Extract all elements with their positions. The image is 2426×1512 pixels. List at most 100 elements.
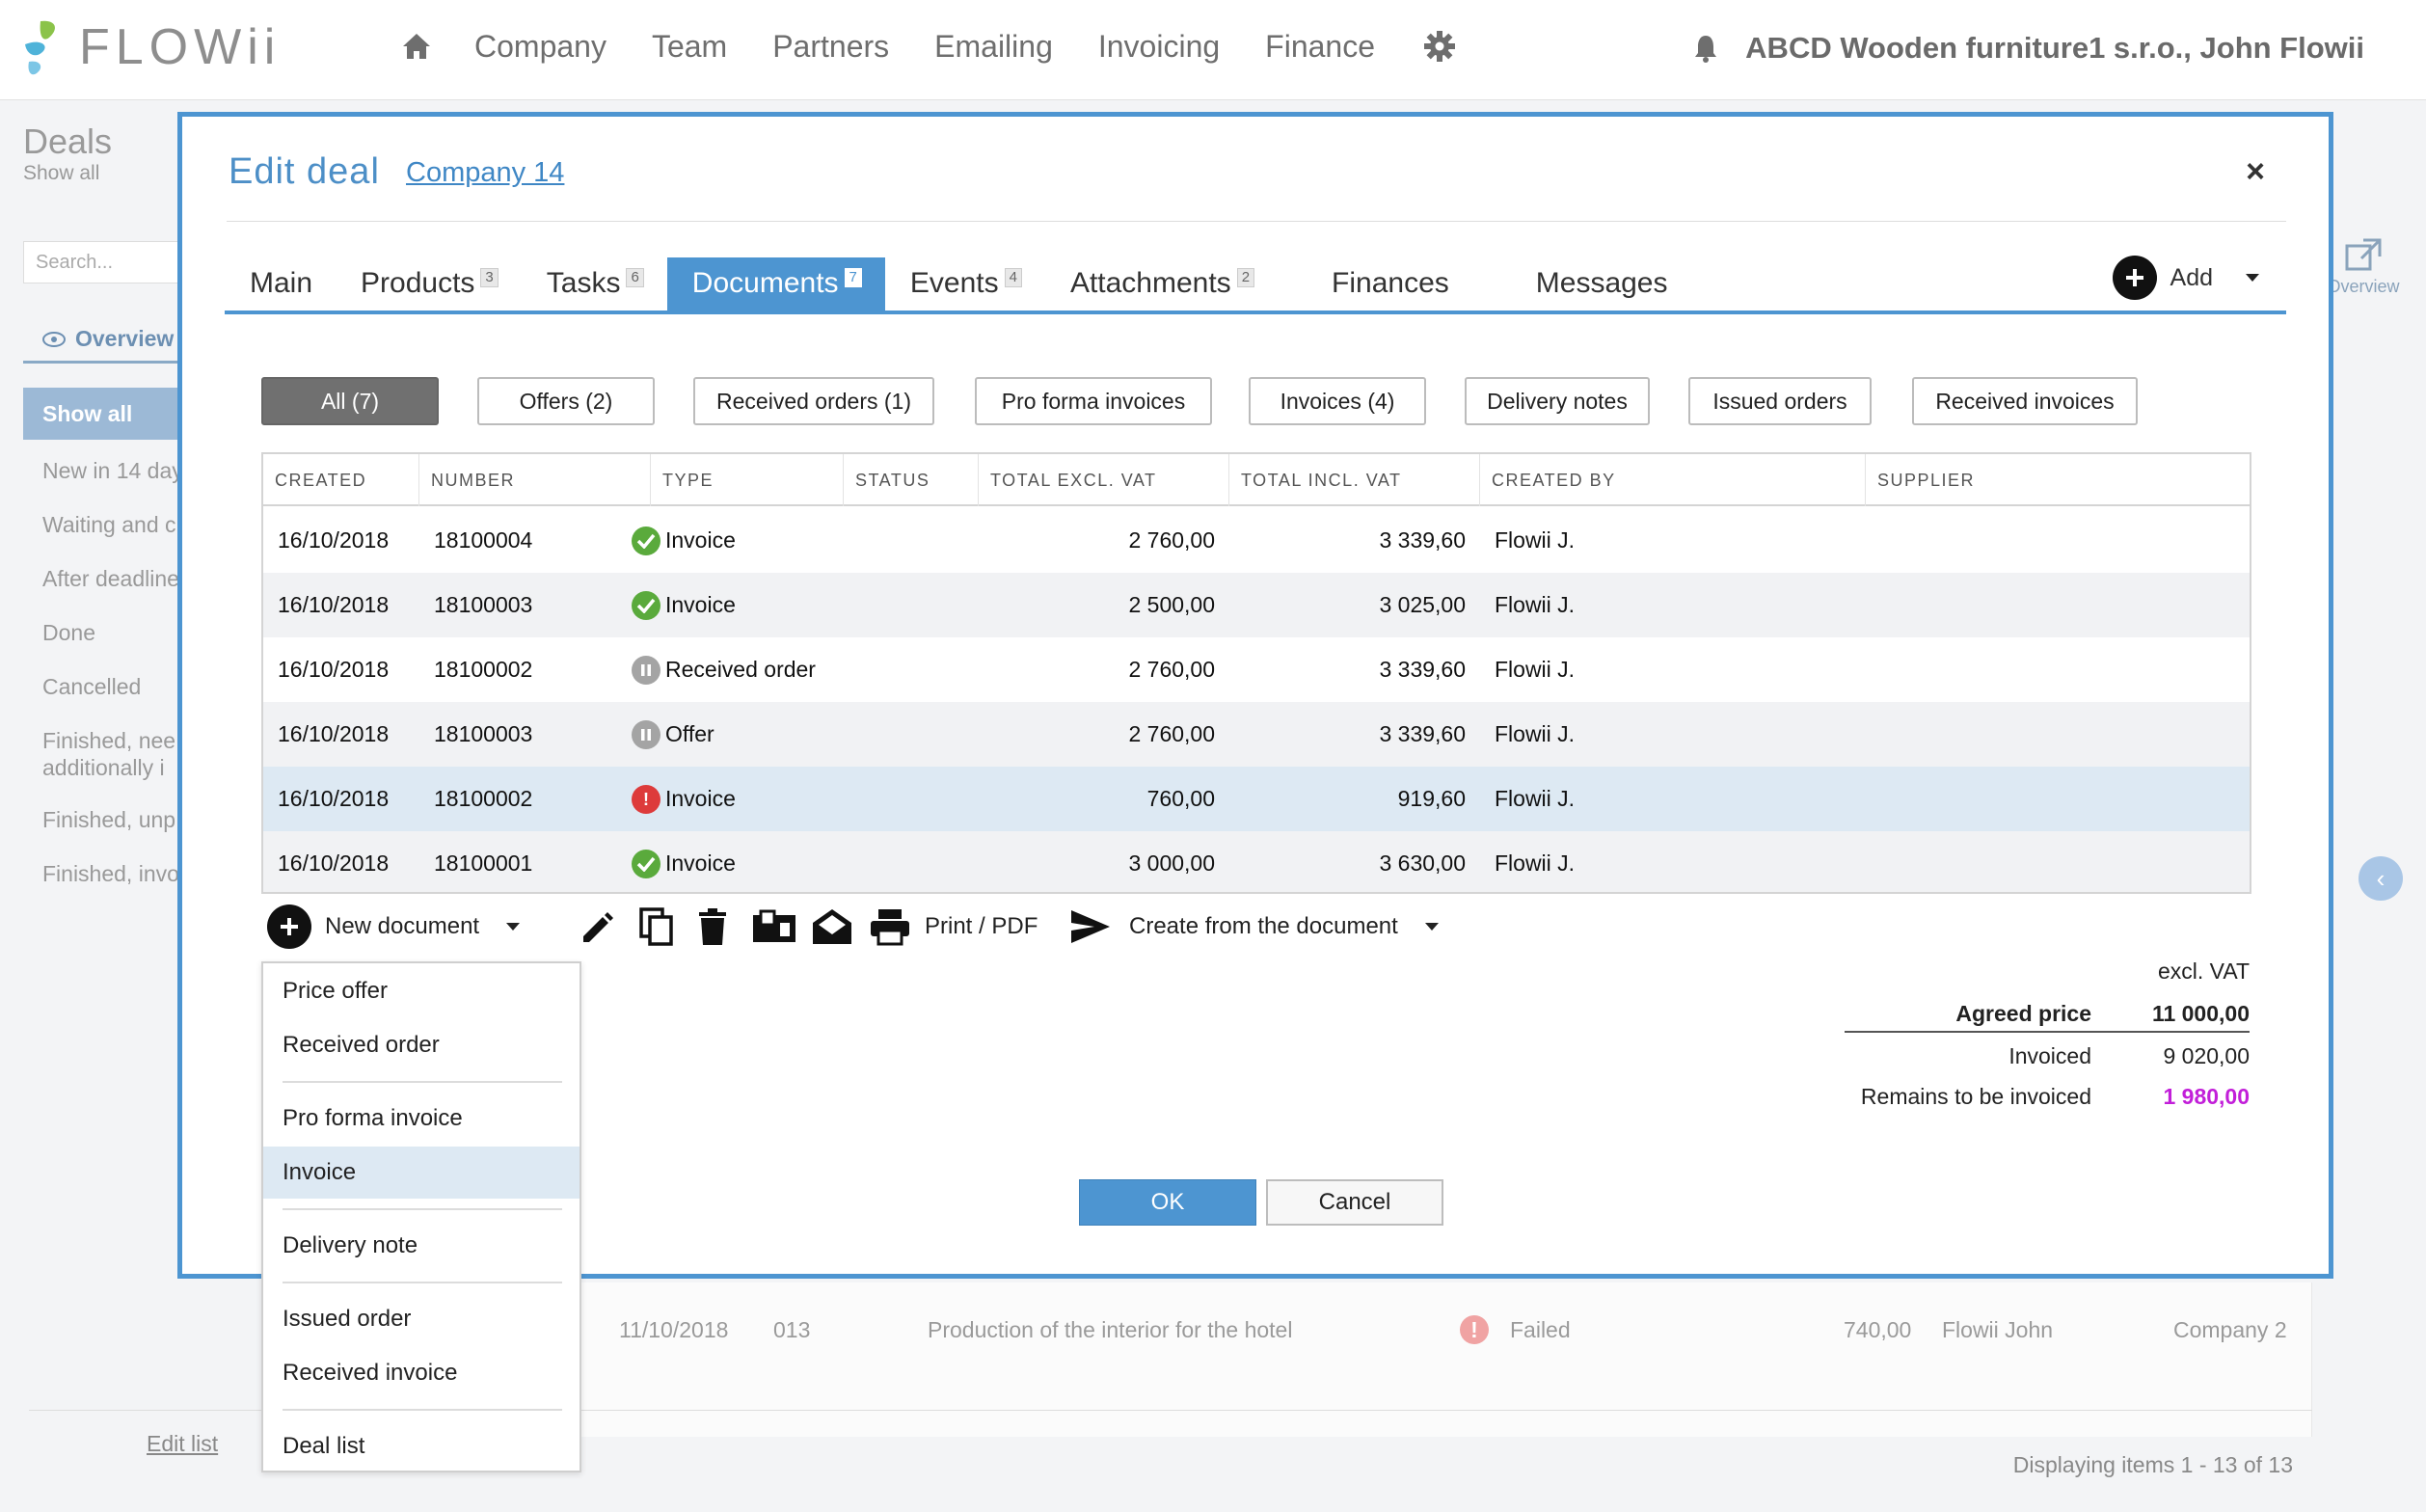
- edit-list-link[interactable]: Edit list: [147, 1431, 218, 1457]
- trash-icon[interactable]: [695, 898, 730, 956]
- menu-item-issued-order[interactable]: Issued order: [263, 1293, 580, 1345]
- filter-waiting[interactable]: Waiting and c: [42, 511, 197, 538]
- menu-item-delivery-note[interactable]: Delivery note: [263, 1220, 580, 1272]
- nav-invoicing[interactable]: Invoicing: [1098, 29, 1220, 65]
- column-header-status[interactable]: STATUS: [844, 454, 979, 506]
- deal-row-amount: 740,00: [1844, 1317, 1912, 1342]
- company-link[interactable]: Company 14: [406, 157, 564, 189]
- filter-pro-forma-invoices[interactable]: Pro forma invoices: [975, 377, 1212, 425]
- table-row[interactable]: 16/10/2018 18100002 Invoice 760,00 919,60 Flo…: [263, 767, 2250, 831]
- tab-label: Documents: [691, 267, 839, 299]
- print-pdf-button[interactable]: Print / PDF: [869, 898, 1038, 956]
- filter-finished-invoiced[interactable]: Finished, invo: [42, 860, 197, 887]
- menu-item-pro-forma-invoice[interactable]: Pro forma invoice: [263, 1093, 580, 1145]
- cell-total-excl-vat: 3 000,00: [1128, 850, 1215, 876]
- filter-offers[interactable]: Offers (2): [477, 377, 655, 425]
- ok-button[interactable]: OK: [1079, 1179, 1256, 1226]
- cell-supplier: [1866, 573, 2250, 637]
- filter-finished-needs[interactable]: Finished, nee additionally i: [42, 727, 197, 785]
- create-from-document-button[interactable]: Create from the document: [1069, 898, 1441, 956]
- invoiced-row: Invoiced 9 020,00: [1845, 1037, 2250, 1075]
- user-company-name[interactable]: ABCD Wooden furniture1 s.r.o., John Flow…: [1745, 31, 2364, 66]
- filter-received-invoices[interactable]: Received invoices: [1912, 377, 2138, 425]
- tab-overview[interactable]: Overview: [42, 326, 174, 352]
- filter-finished-unpaid[interactable]: Finished, unp: [42, 806, 197, 833]
- filter-invoices[interactable]: Invoices (4): [1249, 377, 1426, 425]
- table-row[interactable]: 16/10/2018 18100002 Received order 2 760,00…: [263, 637, 2250, 702]
- menu-item-deal-list[interactable]: Deal list: [263, 1420, 580, 1472]
- side-overview-button[interactable]: Overview: [2324, 237, 2403, 297]
- tab-events[interactable]: Events 4: [885, 257, 1045, 310]
- nav-team[interactable]: Team: [652, 29, 727, 65]
- edit-deal-modal: Edit deal Company 14 × Main Products 3 Ta…: [177, 112, 2333, 1472]
- tab-messages[interactable]: Messages: [1472, 257, 1691, 310]
- add-button[interactable]: Add: [2112, 256, 2261, 300]
- cell-created-by: Flowii J.: [1495, 786, 1576, 811]
- column-header-total-incl-vat[interactable]: TOTAL INCL. VAT: [1229, 454, 1480, 506]
- remaining-row: Remains to be invoiced 1 980,00: [1845, 1077, 2250, 1116]
- column-header-number[interactable]: NUMBER: [419, 454, 651, 506]
- filter-all[interactable]: All (7): [261, 377, 439, 425]
- filter-done[interactable]: Done: [42, 619, 197, 646]
- cell-total-incl-vat: 3 339,60: [1379, 657, 1466, 682]
- show-all-link[interactable]: Show all: [23, 162, 99, 185]
- menu-item-invoice[interactable]: Invoice: [263, 1147, 580, 1199]
- tab-attachments[interactable]: Attachments 2: [1045, 257, 1278, 310]
- tab-tasks[interactable]: Tasks 6: [522, 257, 667, 310]
- nav-finance[interactable]: Finance: [1265, 29, 1375, 65]
- column-header-total-excl-vat[interactable]: TOTAL EXCL. VAT: [979, 454, 1229, 506]
- envelope-open-icon[interactable]: [811, 898, 853, 956]
- summary-header-row: excl. VAT: [1845, 952, 2250, 990]
- search-input[interactable]: Search...: [23, 241, 187, 284]
- tab-label: Messages: [1535, 267, 1668, 299]
- bell-icon[interactable]: [1693, 34, 1718, 63]
- pencil-icon[interactable]: [578, 898, 616, 956]
- nav-company[interactable]: Company: [474, 29, 606, 65]
- menu-item-received-order[interactable]: Received order: [263, 1019, 580, 1071]
- copy-icon[interactable]: [637, 898, 676, 956]
- logo[interactable]: FLOWii: [21, 17, 281, 77]
- count-badge: 4: [1004, 268, 1022, 287]
- filter-after-deadline[interactable]: After deadline: [42, 565, 197, 592]
- tab-products[interactable]: Products 3: [336, 257, 522, 310]
- table-row[interactable]: 16/10/2018 18100001 Invoice 3 000,00 3 630,0…: [263, 831, 2250, 892]
- archive-icon[interactable]: [751, 898, 797, 956]
- cell-total-excl-vat: 2 760,00: [1128, 721, 1215, 746]
- filter-issued-orders[interactable]: Issued orders: [1688, 377, 1872, 425]
- user-area: ABCD Wooden furniture1 s.r.o., John Flow…: [1693, 31, 2364, 66]
- filter-cancelled[interactable]: Cancelled: [42, 673, 197, 700]
- table-row[interactable]: 16/10/2018 18100003 Offer 2 760,00 3 339,60 F…: [263, 702, 2250, 767]
- table-row[interactable]: 16/10/2018 18100004 Invoice 2 760,00 3 339,6…: [263, 508, 2250, 573]
- cell-supplier: [1866, 637, 2250, 702]
- filter-delivery-notes[interactable]: Delivery notes: [1465, 377, 1650, 425]
- menu-item-price-offer[interactable]: Price offer: [263, 965, 580, 1017]
- column-header-created[interactable]: CREATED: [263, 454, 419, 506]
- tab-label: Attachments: [1069, 267, 1231, 299]
- cancel-button[interactable]: Cancel: [1266, 1179, 1443, 1226]
- column-header-supplier[interactable]: SUPPLIER: [1866, 454, 2250, 506]
- count-badge: 2: [1236, 268, 1255, 287]
- nav-partners[interactable]: Partners: [772, 29, 889, 65]
- tab-finances[interactable]: Finances: [1278, 257, 1472, 310]
- deal-row-name[interactable]: Production of the interior for the hotel: [928, 1317, 1292, 1343]
- nav-emailing[interactable]: Emailing: [934, 29, 1053, 65]
- chevron-down-icon[interactable]: [2244, 272, 2261, 284]
- tab-documents[interactable]: Documents 7: [666, 257, 885, 310]
- column-header-type[interactable]: TYPE: [651, 454, 844, 506]
- remaining-label: Remains to be invoiced: [1860, 1084, 2091, 1109]
- filter-show-all[interactable]: Show all: [23, 388, 187, 440]
- new-document-button[interactable]: New document: [267, 898, 522, 956]
- column-header-created-by[interactable]: CREATED BY: [1480, 454, 1866, 506]
- collapse-panel-button[interactable]: ‹: [2359, 856, 2403, 901]
- close-icon[interactable]: ×: [2246, 153, 2265, 191]
- filter-new-14-days[interactable]: New in 14 days: [42, 457, 197, 484]
- menu-item-received-invoice[interactable]: Received invoice: [263, 1347, 580, 1399]
- gear-icon[interactable]: [1420, 27, 1459, 66]
- filter-received-orders[interactable]: Received orders (1): [693, 377, 934, 425]
- menu-divider: [283, 1208, 562, 1210]
- tab-main[interactable]: Main: [225, 257, 336, 310]
- invoiced-label: Invoiced: [2008, 1043, 2091, 1068]
- table-row[interactable]: 16/10/2018 18100003 Invoice 2 500,00 3 025,0…: [263, 573, 2250, 637]
- cell-created-by: Flowii J.: [1495, 592, 1576, 617]
- home-icon[interactable]: [397, 27, 436, 66]
